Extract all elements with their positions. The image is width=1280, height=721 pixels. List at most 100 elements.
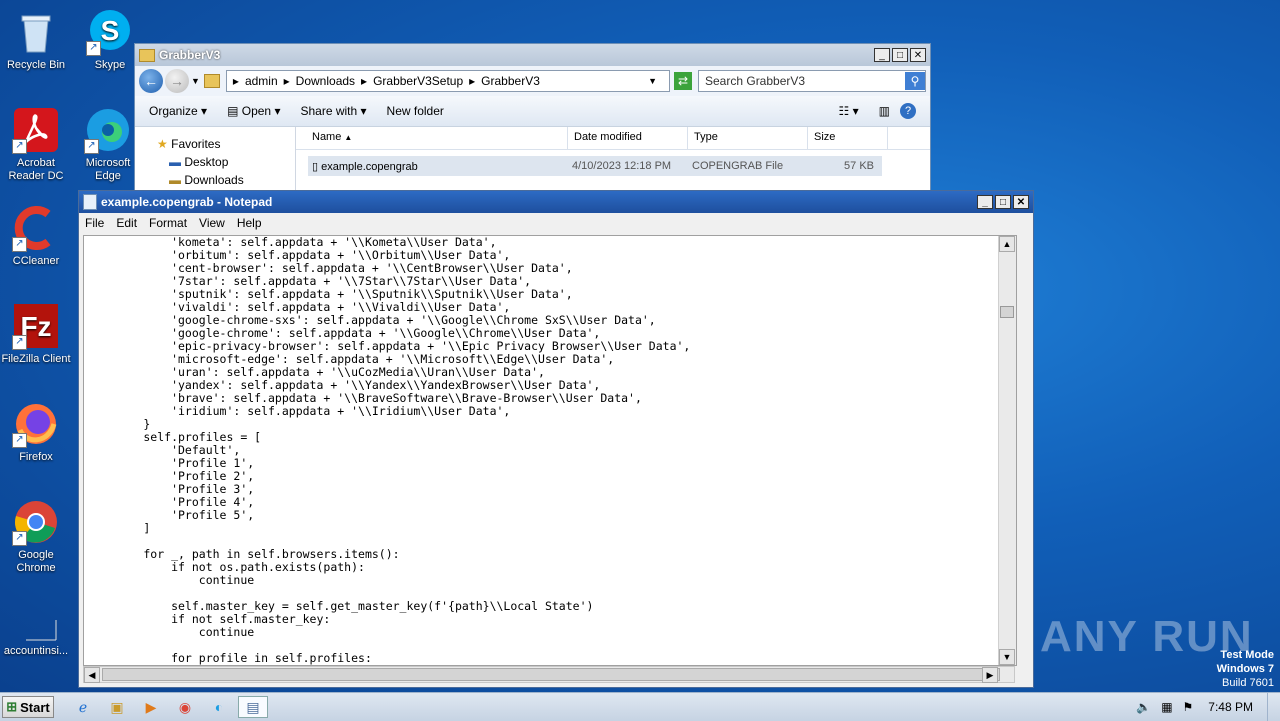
notepad-titlebar[interactable]: example.copengrab - Notepad _ □ ✕ (79, 191, 1033, 213)
menu-file[interactable]: File (85, 216, 104, 230)
open-button[interactable]: ▤ Open ▾ (227, 104, 280, 118)
file-size-cell: 57 KB (844, 160, 874, 172)
explorer-titlebar[interactable]: GrabberV3 _ □ ✕ (135, 44, 930, 66)
maximize-button[interactable]: □ (892, 48, 908, 62)
shortcut-arrow-icon: ↗ (84, 139, 99, 154)
test-mode-line3: Build 7601 (1222, 677, 1274, 689)
column-name[interactable]: Name ▲ (296, 127, 568, 149)
menu-edit[interactable]: Edit (116, 216, 137, 230)
preview-pane-icon[interactable]: ▥ (879, 104, 890, 118)
acrobat-icon: ↗ (12, 106, 60, 154)
chevron-down-icon[interactable]: ▼ (191, 76, 200, 86)
close-button[interactable]: ✕ (1013, 195, 1029, 209)
file-row[interactable]: ▯ example.copengrab 4/10/2023 12:18 PM C… (308, 156, 882, 176)
minimize-button[interactable]: _ (874, 48, 890, 62)
shortcut-arrow-icon: ↗ (12, 433, 27, 448)
organize-button[interactable]: Organize ▾ (149, 104, 207, 118)
taskbar-ie-icon[interactable]: ℯ (68, 696, 98, 718)
breadcrumb-downloads[interactable]: Downloads (296, 74, 355, 88)
vertical-scrollbar[interactable]: ▲ ▼ (998, 236, 1016, 665)
menu-help[interactable]: Help (237, 216, 262, 230)
horizontal-scroll-thumb[interactable] (102, 668, 1000, 681)
explorer-toolbar: Organize ▾ ▤ Open ▾ Share with ▾ New fol… (135, 96, 930, 127)
explorer-window[interactable]: GrabberV3 _ □ ✕ ← → ▼ ▸ admin ▸ Download… (134, 43, 931, 194)
window-title: GrabberV3 (159, 48, 221, 62)
scroll-left-button[interactable]: ◀ (84, 667, 100, 683)
system-tray: 🔈 ▦ ⚑ 7:48 PM (1131, 693, 1280, 721)
scroll-down-button[interactable]: ▼ (999, 649, 1015, 665)
help-icon[interactable]: ? (900, 103, 916, 119)
nav-downloads[interactable]: ▬ Downloads (135, 171, 295, 189)
minimize-button[interactable]: _ (977, 195, 993, 209)
breadcrumb-separator-icon: ▸ (232, 74, 239, 88)
breadcrumb-separator-icon: ▸ (283, 74, 290, 88)
new-folder-button[interactable]: New folder (387, 104, 444, 118)
taskbar-media-player-icon[interactable]: ▶ (136, 696, 166, 718)
open-label: Open (241, 104, 272, 118)
scroll-right-button[interactable]: ▶ (982, 667, 998, 683)
column-type[interactable]: Type (688, 127, 808, 149)
flag-icon[interactable]: ⚑ (1183, 700, 1194, 714)
close-button[interactable]: ✕ (910, 48, 926, 62)
breadcrumb-separator-icon: ▸ (469, 74, 476, 88)
taskbar-notepad-icon[interactable]: ▤ (238, 696, 268, 718)
start-button[interactable]: ⊞ Start (2, 696, 54, 718)
desktop-icon-filezilla[interactable]: Fz ↗ FileZilla Client (0, 302, 72, 366)
show-desktop-button[interactable] (1267, 693, 1280, 721)
address-bar[interactable]: ▸ admin ▸ Downloads ▸ GrabberV3Setup ▸ G… (225, 70, 670, 92)
desktop-icon-label: Firefox (19, 451, 53, 463)
menu-format[interactable]: Format (149, 216, 187, 230)
breadcrumb-grabberv3[interactable]: GrabberV3 (481, 74, 540, 88)
desktop-icon-file[interactable]: accountinsi... (0, 620, 72, 658)
column-size[interactable]: Size (808, 127, 888, 149)
taskbar: ⊞ Start ℯ ▣ ▶ ◉ ◐ ▤ 🔈 ▦ ⚑ 7:48 PM (0, 692, 1280, 721)
search-input[interactable]: Search GrabberV3 ⚲ (698, 70, 926, 92)
test-mode-line1: Test Mode (1220, 649, 1274, 661)
test-mode-line2: Windows 7 (1216, 663, 1274, 675)
network-icon[interactable]: ▦ (1161, 700, 1172, 714)
taskbar-explorer-icon[interactable]: ▣ (102, 696, 132, 718)
horizontal-scrollbar[interactable]: ◀ ▶ (83, 666, 1015, 683)
folder-icon (203, 74, 220, 88)
chrome-icon: ↗ (12, 498, 60, 546)
text-editor[interactable]: 'kometa': self.appdata + '\\Kometa\\User… (83, 235, 1017, 666)
desktop-icon-ccleaner[interactable]: ↗ CCleaner (0, 204, 72, 268)
desktop-icon-chrome[interactable]: ↗ Google Chrome (0, 498, 72, 575)
search-icon[interactable]: ⚲ (905, 72, 925, 90)
taskbar-chrome-icon[interactable]: ◉ (170, 696, 200, 718)
window-title: example.copengrab - Notepad (101, 195, 273, 209)
clock[interactable]: 7:48 PM (1208, 700, 1253, 714)
column-name-label: Name (312, 131, 342, 143)
chevron-down-icon[interactable]: ▼ (648, 76, 657, 86)
refresh-icon[interactable]: ⇄ (674, 72, 692, 90)
notepad-icon (83, 194, 97, 210)
filezilla-icon: Fz ↗ (12, 302, 60, 350)
shortcut-arrow-icon: ↗ (12, 139, 27, 154)
nav-desktop[interactable]: ▬ Desktop (135, 153, 295, 171)
notepad-window[interactable]: example.copengrab - Notepad _ □ ✕ File E… (78, 190, 1034, 688)
view-options-icon[interactable]: ☷ ▾ (839, 104, 859, 118)
breadcrumb-admin[interactable]: admin (245, 74, 278, 88)
share-with-label: Share with (300, 104, 358, 118)
volume-icon[interactable]: 🔈 (1136, 700, 1151, 714)
desktop-icon-firefox[interactable]: ↗ Firefox (0, 400, 72, 464)
back-button[interactable]: ← (139, 69, 163, 93)
shortcut-arrow-icon: ↗ (12, 335, 27, 350)
maximize-button[interactable]: □ (995, 195, 1011, 209)
editor-content: 'kometa': self.appdata + '\\Kometa\\User… (143, 235, 691, 665)
taskbar-edge-icon[interactable]: ◐ (204, 696, 234, 718)
share-with-button[interactable]: Share with ▾ (300, 104, 366, 118)
edge-icon: ↗ (84, 106, 132, 154)
scroll-up-button[interactable]: ▲ (999, 236, 1015, 252)
desktop-icon-label: accountinsi... (3, 645, 69, 657)
forward-button[interactable]: → (165, 69, 189, 93)
nav-favorites[interactable]: ★ Favorites (135, 135, 295, 153)
desktop-icon-acrobat[interactable]: ↗ Acrobat Reader DC (0, 106, 72, 183)
vertical-scroll-thumb[interactable] (1000, 306, 1014, 318)
shortcut-arrow-icon: ↗ (12, 237, 27, 252)
menu-view[interactable]: View (199, 216, 225, 230)
breadcrumb-grabberv3setup[interactable]: GrabberV3Setup (373, 74, 463, 88)
desktop-icon-recycle-bin[interactable]: Recycle Bin (0, 8, 72, 72)
shortcut-arrow-icon: ↗ (12, 531, 27, 546)
column-date[interactable]: Date modified (568, 127, 688, 149)
